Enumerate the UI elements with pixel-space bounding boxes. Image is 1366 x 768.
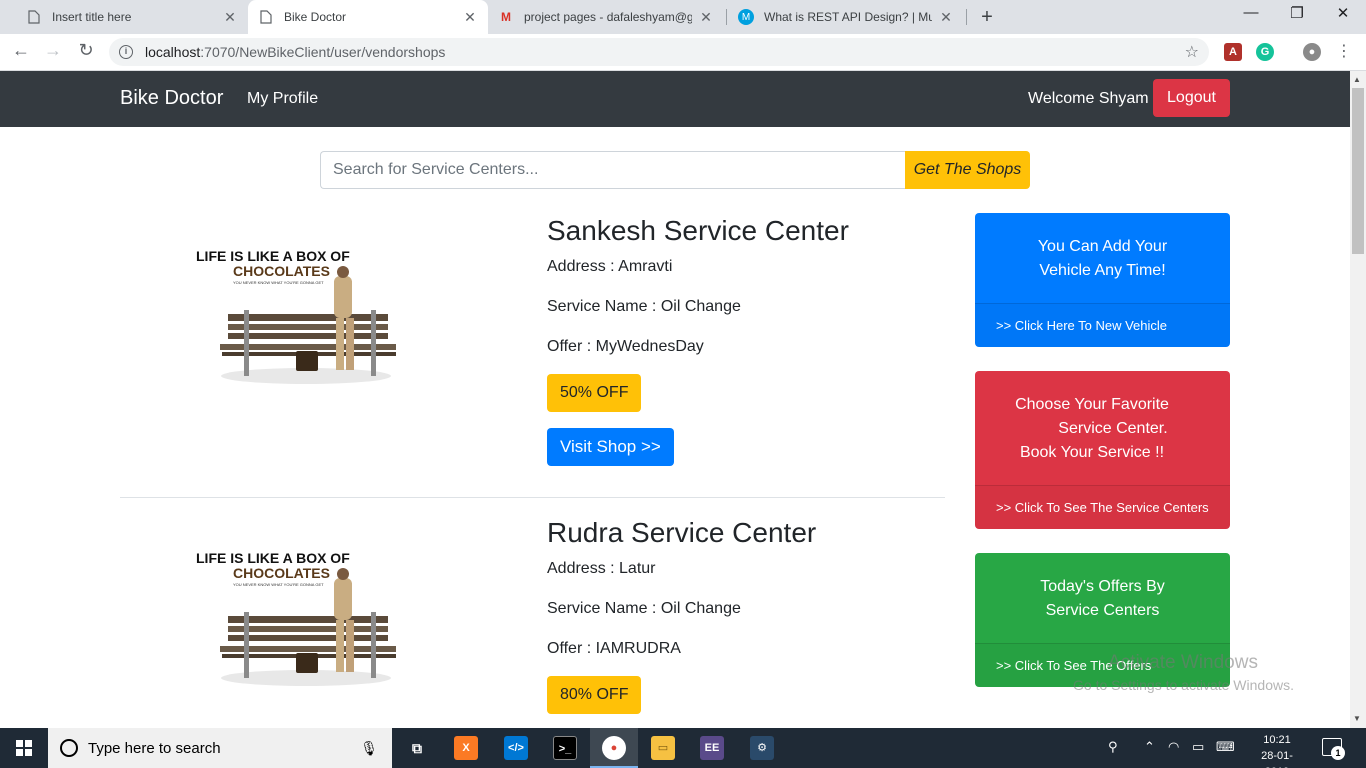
card-text-line: Today's Offers By: [1040, 578, 1165, 595]
shop-name: Sankesh Service Center: [547, 215, 849, 246]
gmail-icon: M: [501, 10, 511, 24]
new-vehicle-link[interactable]: >> Click Here To New Vehicle: [975, 303, 1230, 347]
wifi-icon[interactable]: ◠: [1168, 739, 1179, 755]
browser-tab-project-pages[interactable]: M project pages - dafaleshyam@gm ✕: [488, 0, 724, 34]
people-icon[interactable]: ⚲: [1108, 739, 1118, 755]
scroll-thumb[interactable]: [1352, 88, 1364, 254]
discount-badge: 50% OFF: [547, 374, 642, 412]
close-window-icon[interactable]: ✕: [1320, 4, 1366, 22]
shop-offer: Offer : MyWednesDay: [547, 338, 704, 355]
site-navbar: Bike Doctor My Profile Welcome Shyam Log…: [0, 71, 1350, 127]
windows-start-icon[interactable]: [0, 728, 48, 768]
image-heading-1: LIFE IS LIKE A BOX OF: [196, 248, 350, 264]
browser-menu-icon[interactable]: ⋮: [1336, 41, 1352, 61]
card-text-line: Service Centers: [1045, 602, 1160, 619]
new-tab-button[interactable]: +: [976, 6, 998, 29]
taskbar-clock[interactable]: 10:21 28-01-2019: [1250, 732, 1304, 768]
mysql-workbench-icon[interactable]: ⚙: [750, 736, 774, 760]
cortana-icon: [60, 739, 78, 757]
tab-separator: [966, 9, 967, 25]
vscode-icon[interactable]: </>: [504, 736, 528, 760]
clock-time: 10:21: [1263, 734, 1291, 746]
pdf-extension-icon[interactable]: A: [1224, 43, 1242, 61]
shop-offer: Offer : IAMRUDRA: [547, 640, 681, 657]
welcome-text: Welcome Shyam: [1028, 90, 1149, 107]
reload-icon[interactable]: ↻: [74, 40, 98, 61]
url-text: localhost:7070/NewBikeClient/user/vendor…: [145, 44, 446, 60]
scroll-up-icon[interactable]: ▲: [1353, 75, 1361, 84]
close-tab-icon[interactable]: ✕: [698, 9, 714, 26]
scroll-down-icon[interactable]: ▼: [1353, 714, 1361, 723]
browser-tab-strip: Insert title here ✕ Bike Doctor ✕ M proj…: [0, 0, 1366, 34]
card-body: Today's Offers By Service Centers: [975, 553, 1230, 623]
close-tab-icon[interactable]: ✕: [938, 9, 954, 26]
microphone-icon[interactable]: 🎙: [360, 740, 378, 757]
search-service-centers-input[interactable]: [320, 151, 906, 189]
page-icon: [26, 9, 42, 25]
clock-date: 28-01-2019: [1261, 750, 1293, 768]
shop-image: LIFE IS LIKE A BOX OF CHOCOLATES YOU NEV…: [196, 244, 408, 394]
windows-taskbar: Type here to search 🎙 ⧉ X </> >_ ● ▭ EE …: [0, 728, 1366, 768]
tray-chevron-icon[interactable]: ⌃: [1144, 739, 1155, 755]
service-centers-card: Choose Your Favorite Service Center. Boo…: [975, 371, 1230, 529]
mulesoft-icon: M: [738, 9, 754, 25]
activation-watermark-subtitle: Go to Settings to activate Windows.: [1073, 677, 1294, 693]
browser-tab-bike-doctor[interactable]: Bike Doctor ✕: [248, 0, 488, 34]
shop-name: Rudra Service Center: [547, 517, 817, 548]
card-text-line: Choose Your Favorite: [1015, 396, 1169, 413]
card-text-line: Vehicle Any Time!: [1039, 262, 1166, 279]
visit-shop-button[interactable]: Visit Shop >>: [547, 428, 674, 466]
back-icon[interactable]: ←: [9, 40, 33, 61]
browser-tab-insert-title[interactable]: Insert title here ✕: [16, 0, 248, 34]
shop-image: LIFE IS LIKE A BOX OF CHOCOLATES YOU NEV…: [196, 546, 408, 696]
keyboard-icon[interactable]: ⌨: [1216, 739, 1235, 755]
task-view-icon[interactable]: ⧉: [405, 736, 429, 760]
forward-icon[interactable]: →: [41, 40, 65, 61]
shop-service: Service Name : Oil Change: [547, 600, 741, 617]
discount-badge: 80% OFF: [547, 676, 642, 714]
shop-service: Service Name : Oil Change: [547, 298, 741, 315]
my-profile-link[interactable]: My Profile: [247, 90, 318, 108]
browser-toolbar: ← → ↻ i localhost:7070/NewBikeClient/use…: [0, 34, 1366, 71]
card-text-line: You Can Add Your: [1037, 238, 1168, 255]
brand-link[interactable]: Bike Doctor: [120, 87, 223, 110]
eclipse-ee-icon[interactable]: EE: [700, 736, 724, 760]
image-heading-2: CHOCOLATES: [233, 263, 330, 279]
image-tagline: YOU NEVER KNOW WHAT YOU'RE GONNA GET: [233, 582, 324, 587]
service-centers-link[interactable]: >> Click To See The Service Centers: [975, 485, 1230, 529]
close-tab-icon[interactable]: ✕: [222, 9, 238, 26]
address-bar[interactable]: i localhost:7070/NewBikeClient/user/vend…: [109, 38, 1209, 66]
info-icon[interactable]: i: [119, 45, 133, 59]
notification-count-badge: 1: [1331, 746, 1345, 760]
image-heading-1: LIFE IS LIKE A BOX OF: [196, 550, 350, 566]
browser-tab-rest-api[interactable]: M What is REST API Design? | Mule ✕: [728, 0, 964, 34]
add-vehicle-card: You Can Add Your Vehicle Any Time! >> Cl…: [975, 213, 1230, 347]
shop-address: Address : Latur: [547, 560, 656, 577]
tab-separator: [726, 9, 727, 25]
close-tab-icon[interactable]: ✕: [462, 9, 478, 26]
logout-button[interactable]: Logout: [1153, 79, 1230, 117]
image-tagline: YOU NEVER KNOW WHAT YOU'RE GONNA GET: [233, 280, 324, 285]
card-body: Choose Your Favorite Service Center. Boo…: [975, 371, 1230, 465]
image-heading-2: CHOCOLATES: [233, 565, 330, 581]
taskbar-search-box[interactable]: Type here to search 🎙: [48, 728, 392, 768]
xampp-icon[interactable]: X: [454, 736, 478, 760]
maximize-icon[interactable]: ❐: [1274, 4, 1320, 22]
battery-icon[interactable]: ▭: [1192, 739, 1204, 755]
get-the-shops-button[interactable]: Get The Shops: [905, 151, 1030, 189]
page-icon: [258, 9, 274, 25]
activation-watermark-title: Activate Windows: [1108, 652, 1258, 673]
card-body: You Can Add Your Vehicle Any Time!: [975, 213, 1230, 283]
bookmark-star-icon[interactable]: ☆: [1185, 42, 1199, 62]
profile-avatar-icon[interactable]: ●: [1303, 43, 1321, 61]
card-text-line: Service Center.: [1058, 420, 1168, 437]
grammarly-extension-icon[interactable]: G: [1256, 43, 1274, 61]
card-text-line: Book Your Service !!: [1019, 444, 1165, 461]
shop-divider: [120, 497, 945, 498]
file-explorer-icon[interactable]: ▭: [651, 736, 675, 760]
shop-address: Address : Amravti: [547, 258, 673, 275]
terminal-icon[interactable]: >_: [553, 736, 577, 760]
chrome-icon[interactable]: ●: [602, 736, 626, 760]
minimize-icon[interactable]: —: [1228, 4, 1274, 21]
